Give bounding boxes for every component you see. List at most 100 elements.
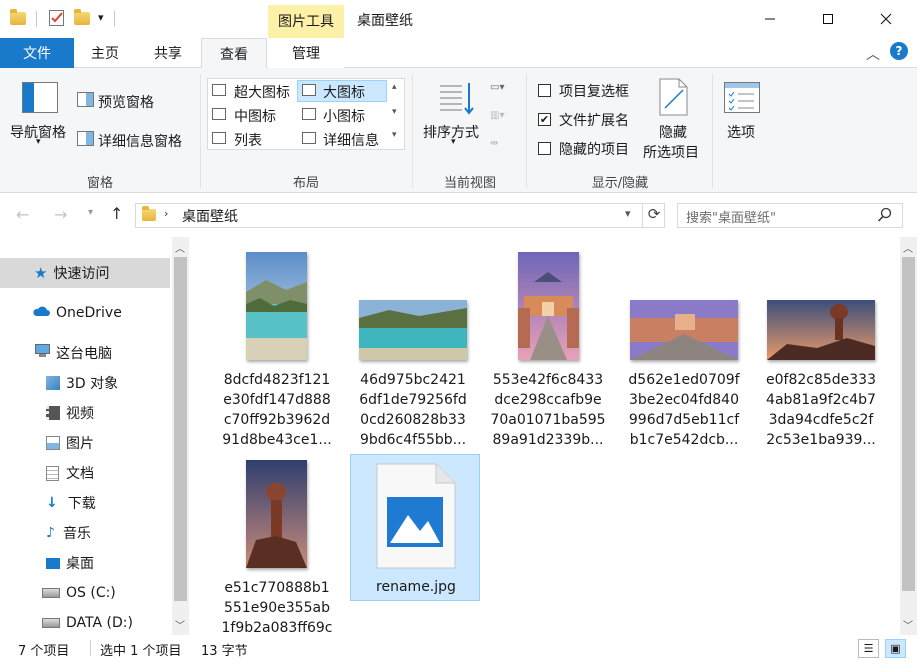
small-icons-icon: [302, 108, 316, 120]
tab-share[interactable]: 共享: [136, 38, 200, 68]
hide-selected-label-2[interactable]: 所选项目: [643, 142, 699, 162]
file-item[interactable]: 46d975bc2421 6df1de79256fd 0cd260828b33 9bd…: [348, 248, 478, 448]
nav-scrollbar-thumb[interactable]: [174, 257, 187, 601]
tab-home[interactable]: 主页: [74, 38, 136, 68]
item-checkboxes-label: 项目复选框: [559, 84, 629, 100]
content-scrollbar-thumb[interactable]: [902, 257, 915, 591]
more-layouts-icon[interactable]: ▾: [392, 130, 397, 140]
separator: [90, 640, 91, 656]
scroll-down-icon[interactable]: ﹀: [175, 617, 185, 632]
file-item[interactable]: e0f82c85de333 4ab81a9f2c4b7 3da94cdfe5c2f 2…: [756, 248, 886, 448]
refresh-icon[interactable]: ⟳: [642, 203, 665, 228]
tab-view[interactable]: 查看: [201, 38, 267, 69]
cloud-icon: [32, 305, 50, 321]
properties-icon[interactable]: [48, 9, 66, 27]
group-by-icon[interactable]: ▭▾: [490, 82, 516, 98]
chevron-down-icon: ▾: [451, 137, 456, 147]
layout-list[interactable]: 列表: [234, 130, 262, 150]
file-item[interactable]: e51c770888b1 551e90e355ab 1f9b2a083ff69c: [212, 456, 342, 648]
nav-label: 3D 对象: [66, 376, 119, 392]
nav-label: 这台电脑: [56, 346, 112, 362]
chevron-down-icon: ▾: [36, 137, 41, 147]
nav-item-onedrive[interactable]: OneDrive: [0, 298, 170, 328]
options-button[interactable]: 选项: [727, 122, 755, 142]
scroll-up-icon[interactable]: ▴: [392, 82, 397, 92]
nav-item-downloads[interactable]: ↓ 下载: [0, 488, 170, 518]
show-hide-group-label: 显示/隐藏: [591, 176, 649, 191]
nav-item-videos[interactable]: 视频: [0, 398, 170, 428]
address-dropdown-icon[interactable]: ▾: [625, 207, 631, 220]
hide-selected-icon: [657, 78, 689, 120]
file-extensions-checkbox[interactable]: ✔: [538, 113, 551, 126]
nav-item-drive-c[interactable]: OS (C:): [0, 578, 170, 608]
separator: [36, 11, 37, 27]
nav-label: 图片: [66, 436, 94, 452]
nav-item-music[interactable]: ♪ 音乐: [0, 518, 170, 548]
back-icon[interactable]: ←: [16, 205, 29, 224]
search-icon[interactable]: [877, 207, 893, 227]
breadcrumb-current[interactable]: 桌面壁纸: [182, 206, 238, 226]
layout-large-icons[interactable]: 大图标: [323, 82, 365, 102]
file-item[interactable]: 553e42f6c8433 dce298ccafb9e 70a01071ba595 8…: [483, 248, 613, 448]
file-name: 8dcfd4823f121 e30fdf147d888 c70ff92b3962d 9…: [222, 372, 332, 448]
preview-pane-button[interactable]: 预览窗格: [98, 92, 154, 112]
thumbnail: [246, 460, 307, 568]
up-icon[interactable]: ↑: [110, 204, 123, 223]
maximize-button[interactable]: [799, 0, 857, 38]
large-icons-icon: [302, 84, 316, 96]
layout-extra-large-icons[interactable]: 超大图标: [234, 82, 290, 102]
nav-item-drive-d[interactable]: DATA (D:): [0, 608, 170, 638]
group-separator: [712, 74, 713, 188]
picture-icon: [46, 436, 60, 450]
recent-locations-icon[interactable]: ▾: [88, 207, 93, 218]
new-folder-icon[interactable]: [74, 9, 92, 27]
hidden-items-checkbox[interactable]: [538, 142, 551, 155]
file-item-selected[interactable]: rename.jpg: [350, 454, 480, 601]
nav-item-3d-objects[interactable]: 3D 对象: [0, 368, 170, 398]
document-icon: [46, 465, 59, 481]
close-button[interactable]: [857, 0, 915, 38]
nav-label: OneDrive: [56, 305, 122, 321]
item-checkboxes-checkbox[interactable]: [538, 84, 551, 97]
scroll-up-icon[interactable]: ︿: [175, 240, 185, 255]
navigation-pane-icon[interactable]: [20, 80, 60, 116]
tab-manage[interactable]: 管理: [268, 38, 344, 68]
file-item[interactable]: d562e1ed0709f 3be2ec04fd840 996d7d5eb11cf b…: [619, 248, 749, 448]
nav-item-this-pc[interactable]: 这台电脑: [0, 338, 170, 368]
nav-item-documents[interactable]: 文档: [0, 458, 170, 488]
scroll-down-icon[interactable]: ﹀: [903, 617, 913, 632]
status-selection: 选中 1 个项目: [100, 644, 182, 659]
tab-file[interactable]: 文件: [0, 38, 74, 68]
nav-label: 文档: [66, 466, 94, 482]
minimize-button[interactable]: [741, 0, 799, 38]
folder-icon: [142, 206, 156, 221]
hide-selected-label-1[interactable]: 隐藏: [659, 122, 687, 142]
nav-label: OS (C:): [66, 585, 116, 601]
file-name: e51c770888b1 551e90e355ab 1f9b2a083ff69c: [221, 580, 333, 636]
current-view-group-label: 当前视图: [443, 176, 496, 191]
nav-item-quick-access[interactable]: ★ 快速访问: [0, 258, 170, 288]
nav-item-pictures[interactable]: 图片: [0, 428, 170, 458]
scroll-up-icon[interactable]: ︿: [903, 240, 913, 255]
file-name: 553e42f6c8433 dce298ccafb9e 70a01071ba595 8…: [490, 372, 606, 448]
layout-small-icons[interactable]: 小图标: [323, 106, 365, 126]
scroll-down-icon[interactable]: ▾: [392, 107, 397, 117]
breadcrumb-separator-icon[interactable]: ›: [164, 207, 168, 220]
context-group-title: 图片工具: [278, 14, 334, 30]
details-view-icon[interactable]: ☰: [858, 639, 879, 658]
collapse-ribbon-icon[interactable]: ︿: [866, 44, 880, 64]
status-size: 13 字节: [201, 644, 248, 659]
details-pane-button[interactable]: 详细信息窗格: [98, 131, 182, 151]
layout-medium-icons[interactable]: 中图标: [234, 106, 276, 126]
forward-icon[interactable]: →: [54, 205, 67, 224]
help-icon[interactable]: ?: [890, 42, 908, 60]
layout-details[interactable]: 详细信息: [323, 130, 379, 150]
nav-item-desktop[interactable]: 桌面: [0, 548, 170, 578]
thumbnail: [630, 300, 738, 360]
drive-icon: [42, 588, 60, 598]
file-name: rename.jpg: [376, 579, 456, 595]
hidden-items-label: 隐藏的项目: [559, 142, 629, 158]
film-icon: [46, 406, 60, 420]
file-item[interactable]: 8dcfd4823f121 e30fdf147d888 c70ff92b3962d 9…: [212, 248, 342, 448]
large-icons-view-icon[interactable]: ▣: [885, 639, 906, 658]
